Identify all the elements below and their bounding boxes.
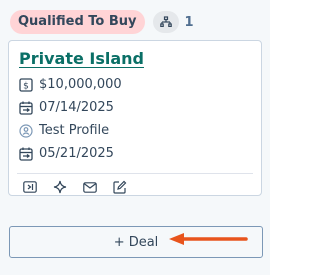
user-icon [19,123,33,138]
ai-sparkle-icon[interactable] [53,180,67,194]
column-count-group: 1 [152,11,194,33]
deal-name-link[interactable]: Private Island [19,49,144,68]
pipeline-column: Qualified To Buy 1 Private Island $ $10,… [0,0,270,275]
svg-text:$: $ [23,81,29,91]
column-header: Qualified To Buy 1 [10,10,194,34]
close-date-row: 07/14/2025 [19,100,114,115]
deal-count: 1 [184,14,194,30]
amount-row: $ $10,000,000 [19,77,122,92]
preview-icon[interactable] [23,180,37,194]
create-date-row: 05/21/2025 [19,146,114,161]
card-divider [17,173,253,174]
stage-label: Qualified To Buy [10,10,145,34]
hierarchy-icon[interactable] [152,11,179,33]
close-date-value: 07/14/2025 [39,100,114,115]
dollar-icon: $ [19,77,33,92]
owner-value: Test Profile [39,123,110,138]
create-date-value: 05/21/2025 [39,146,114,161]
arrow-annotation [169,233,248,245]
deal-card[interactable]: Private Island $ $10,000,000 07/14/2025 [8,40,262,196]
calendar-icon [19,147,33,161]
email-icon[interactable] [83,180,97,194]
edit-icon[interactable] [113,180,127,194]
card-actions [23,180,127,194]
owner-row: Test Profile [19,123,109,138]
calendar-icon [19,101,33,115]
amount-value: $10,000,000 [39,77,122,92]
